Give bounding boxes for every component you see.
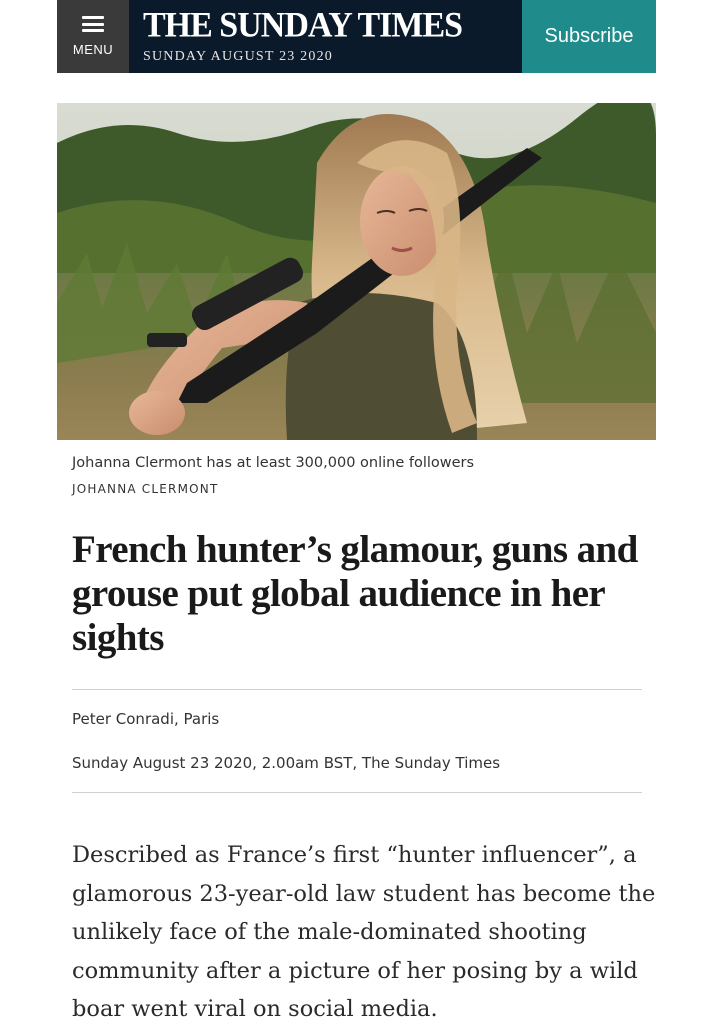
image-credit: JOHANNA CLERMONT [72,482,219,496]
article-headline: French hunter’s glamour, guns and grouse… [72,528,638,659]
hamburger-icon [82,16,104,32]
masthead-date: SUNDAY AUGUST 23 2020 [143,48,333,64]
masthead-title: THE SUNDAY TIMES [143,5,463,45]
masthead-logo[interactable]: THE SUNDAY TIMES SUNDAY AUGUST 23 2020 [129,0,522,73]
hero-image [57,103,656,440]
article-byline[interactable]: Peter Conradi, Paris [72,710,219,728]
menu-button[interactable]: MENU [57,0,129,73]
divider [72,689,642,690]
article-dateline: Sunday August 23 2020, 2.00am BST, The S… [72,754,501,772]
subscribe-button[interactable]: Subscribe [522,0,656,73]
site-header: MENU THE SUNDAY TIMES SUNDAY AUGUST 23 2… [57,0,656,73]
divider [72,792,642,793]
article-body: Described as France’s first “hunter infl… [72,842,656,1022]
menu-label: MENU [72,42,114,57]
image-caption: Johanna Clermont has at least 300,000 on… [72,455,475,471]
